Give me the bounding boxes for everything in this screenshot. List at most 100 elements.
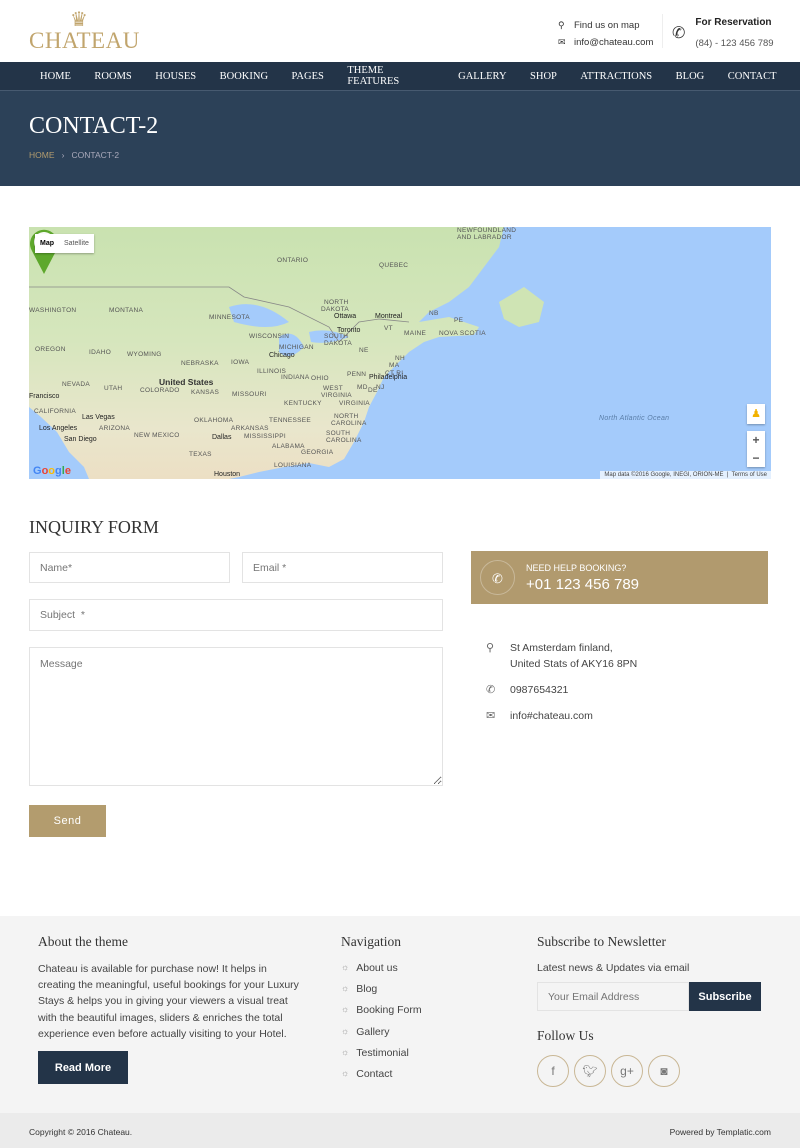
map-marker-icon: ⚲ bbox=[558, 20, 565, 30]
breadcrumb: HOME › CONTACT-2 bbox=[29, 150, 120, 160]
footer-nav: ☼ About us ☼ Blog ☼ Booking Form ☼ Gallery ☼ Test… bbox=[341, 962, 422, 1089]
nav-contact[interactable]: CONTACT bbox=[728, 71, 777, 82]
zoom-in-button[interactable]: + bbox=[747, 431, 765, 449]
google-map[interactable]: NEWFOUNDLAND AND LABRADOR ONTARIO QUEBEC NOR… bbox=[29, 227, 771, 479]
newsletter-email-input[interactable] bbox=[537, 982, 689, 1011]
subject-input[interactable] bbox=[29, 599, 443, 631]
map-region-label: QUEBEC bbox=[379, 262, 409, 269]
map-region-label: NH bbox=[395, 355, 405, 362]
nav-shop[interactable]: SHOP bbox=[530, 71, 557, 82]
nav-pages[interactable]: PAGES bbox=[292, 71, 324, 82]
map-city-label: Dallas bbox=[212, 434, 232, 441]
follow-title: Follow Us bbox=[537, 1028, 594, 1043]
zoom-out-button[interactable]: − bbox=[747, 449, 765, 467]
map-region-label: CALIFORNIA bbox=[34, 408, 77, 415]
map-region-label: NORTH bbox=[324, 299, 349, 306]
map-region-label: AND LABRADOR bbox=[457, 234, 512, 241]
powered-by-link[interactable]: Powered by Templatic.com bbox=[670, 1127, 771, 1137]
map-region-label: MAINE bbox=[404, 330, 427, 337]
facebook-icon[interactable]: f bbox=[537, 1055, 569, 1087]
map-region-label: LOUISIANA bbox=[274, 462, 312, 469]
map-region-label: SOUTH bbox=[324, 333, 349, 340]
map-region-label: NEBRASKA bbox=[181, 360, 219, 367]
map-region-label: UTAH bbox=[104, 385, 123, 392]
map-region-label: TEXAS bbox=[189, 451, 212, 458]
map-region-label: NEW MEXICO bbox=[134, 432, 180, 439]
footer-nav-item[interactable]: ☼ Gallery bbox=[341, 1026, 422, 1047]
subscribe-button[interactable]: Subscribe bbox=[689, 982, 761, 1011]
map-region-label: OREGON bbox=[35, 346, 66, 353]
map-marker-icon: ⚲ bbox=[486, 642, 495, 654]
map-city-label: Ottawa bbox=[334, 313, 357, 320]
map-country-label: United States bbox=[159, 377, 214, 387]
map-region-label: ARKANSAS bbox=[231, 425, 269, 432]
zoom-control: + − bbox=[747, 431, 765, 467]
nav-houses[interactable]: HOUSES bbox=[155, 71, 196, 82]
phone-icon: ✆ bbox=[672, 25, 686, 42]
map-region-label: WYOMING bbox=[127, 351, 162, 358]
main-nav: HOME ROOMS HOUSES BOOKING PAGES THEME FEATURE… bbox=[0, 62, 800, 91]
map-region-label: COLORADO bbox=[140, 387, 180, 394]
phone-icon: ✆ bbox=[486, 684, 496, 696]
map-type-control: Map Satellite bbox=[35, 234, 94, 253]
breadcrumb-current: CONTACT-2 bbox=[71, 150, 120, 160]
map-region-label: CAROLINA bbox=[331, 420, 367, 427]
footer-nav-item[interactable]: ☼ Testimonial bbox=[341, 1047, 422, 1068]
nav-blog[interactable]: BLOG bbox=[676, 71, 705, 82]
instagram-icon[interactable]: ◙ bbox=[648, 1055, 680, 1087]
map-region-label: MICHIGAN bbox=[279, 344, 314, 351]
name-input[interactable] bbox=[29, 552, 230, 583]
gear-icon: ☼ bbox=[341, 1067, 350, 1078]
twitter-icon[interactable]: 🐦︎ bbox=[574, 1055, 606, 1087]
map-city-label: Los Angeles bbox=[39, 425, 78, 432]
terms-link[interactable]: Terms of Use bbox=[732, 472, 767, 478]
find-map-link[interactable]: ⚲ Find us on map bbox=[558, 17, 653, 34]
about-text: Chateau is available for purchase now! I… bbox=[38, 963, 299, 1040]
map-region-label: MISSOURI bbox=[232, 391, 267, 398]
map-region-label: VIRGINIA bbox=[339, 400, 370, 407]
contact-email[interactable]: ✉ info#chateau.com bbox=[486, 708, 593, 724]
google-logo: Google bbox=[33, 465, 71, 477]
copyright: Copyright © 2016 Chateau. bbox=[29, 1127, 133, 1137]
map-city-label: Toronto bbox=[337, 327, 361, 334]
nav-attractions[interactable]: ATTRACTIONS bbox=[580, 71, 652, 82]
footer-nav-item[interactable]: ☼ Blog bbox=[341, 983, 422, 1004]
logo[interactable]: ♛ CHATEAU bbox=[29, 9, 139, 52]
map-region-label: MISSISSIPPI bbox=[244, 433, 286, 440]
nav-home[interactable]: HOME bbox=[40, 71, 71, 82]
footer-nav-item[interactable]: ☼ Contact bbox=[341, 1068, 422, 1089]
envelope-icon: ✉ bbox=[486, 710, 496, 722]
send-button[interactable]: Send bbox=[29, 805, 106, 837]
header-email-link[interactable]: ✉ info@chateau.com bbox=[558, 34, 653, 51]
map-region-label: ONTARIO bbox=[277, 257, 309, 264]
map-region-label: KENTUCKY bbox=[284, 400, 322, 407]
email-input[interactable] bbox=[242, 552, 443, 583]
contact-phone: ✆ 0987654321 bbox=[486, 684, 569, 696]
footer-nav-item[interactable]: ☼ Booking Form bbox=[341, 1004, 422, 1025]
nav-theme-features[interactable]: THEME FEATURES bbox=[347, 65, 434, 87]
nav-booking[interactable]: BOOKING bbox=[220, 71, 268, 82]
map-region-label: KANSAS bbox=[191, 389, 220, 396]
google-plus-icon[interactable]: g+ bbox=[611, 1055, 643, 1087]
nav-rooms[interactable]: ROOMS bbox=[94, 71, 131, 82]
help-booking-box: ✆ NEED HELP BOOKING? +01 123 456 789 bbox=[471, 551, 768, 604]
message-textarea[interactable] bbox=[29, 647, 443, 786]
map-city-label: San Diego bbox=[64, 436, 97, 443]
street-view-pegman-icon[interactable]: ♟ bbox=[747, 404, 765, 424]
gear-icon: ☼ bbox=[341, 962, 350, 972]
map-type-map[interactable]: Map bbox=[35, 234, 59, 253]
map-attribution: Map data ©2016 Google, INEGI, ORION-ME |… bbox=[600, 471, 771, 479]
nav-gallery[interactable]: GALLERY bbox=[458, 71, 506, 82]
footer-nav-item[interactable]: ☼ About us bbox=[341, 962, 422, 983]
map-region-label: NB bbox=[429, 310, 439, 317]
map-region-label: SOUTH bbox=[326, 430, 351, 437]
map-region-label: NJ bbox=[376, 384, 385, 391]
gear-icon: ☼ bbox=[341, 1025, 350, 1036]
map-region-label: IDAHO bbox=[89, 349, 112, 356]
map-region-label: ALABAMA bbox=[272, 443, 305, 450]
breadcrumb-home[interactable]: HOME bbox=[29, 150, 55, 160]
map-type-satellite[interactable]: Satellite bbox=[59, 234, 94, 253]
read-more-button[interactable]: Read More bbox=[38, 1051, 128, 1084]
phone-icon: ✆ bbox=[480, 560, 515, 595]
crown-icon: ♛ bbox=[70, 9, 88, 31]
